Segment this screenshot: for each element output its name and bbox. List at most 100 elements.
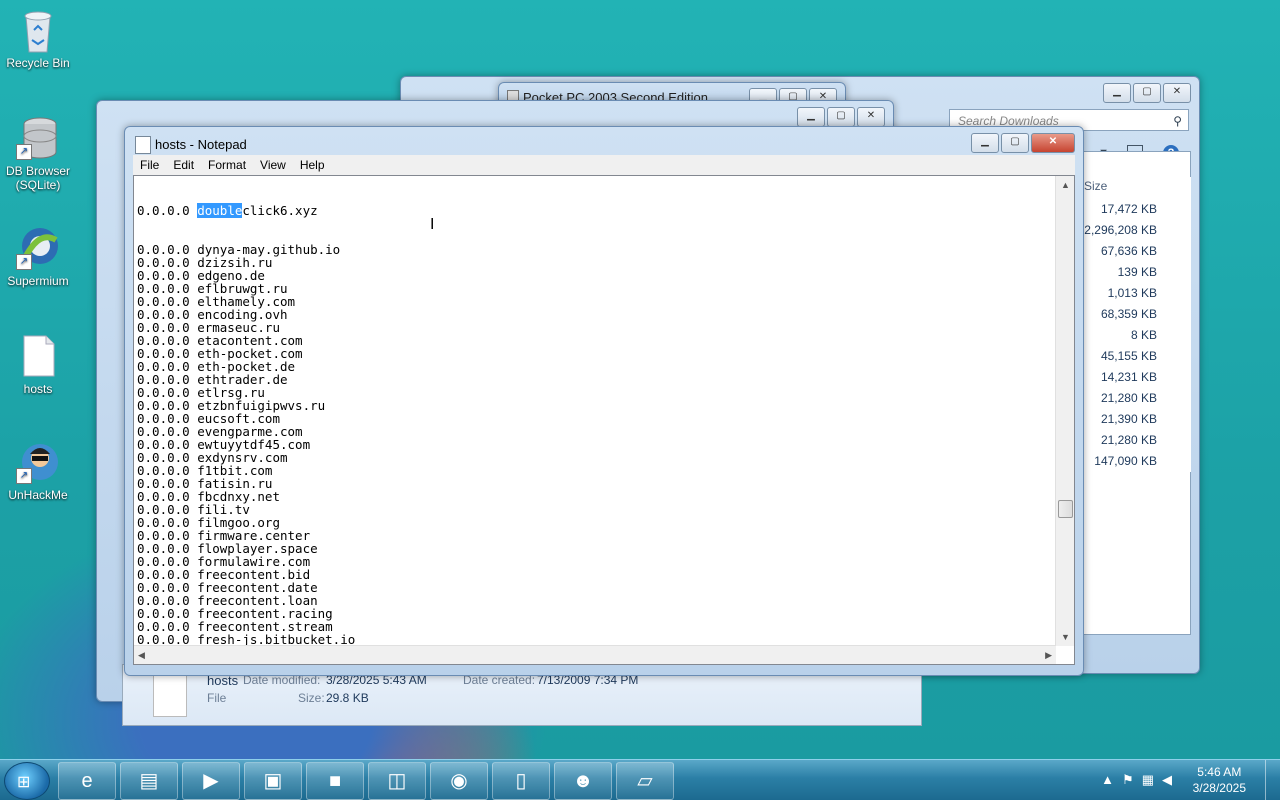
size-label: Size: — [298, 691, 325, 705]
text-line: 0.0.0.0 dynya-may.github.io — [137, 242, 341, 257]
internet-explorer-icon[interactable]: e — [58, 762, 116, 800]
scroll-right-arrow-icon[interactable]: ▶ — [1045, 650, 1052, 661]
desktop-icon-label: Supermium — [7, 274, 69, 288]
scroll-down-arrow-icon[interactable]: ▼ — [1061, 632, 1070, 642]
horizontal-scrollbar[interactable]: ◀ ▶ — [134, 645, 1056, 664]
size-cell: 2,296,208 KB — [1084, 223, 1157, 237]
system-tray: ▲⚑▦◀ — [1101, 772, 1180, 788]
windows-logo-icon: ⊞ — [17, 774, 31, 791]
desktop-icon-hosts[interactable]: hosts — [0, 334, 76, 396]
text-content[interactable]: 0.0.0.0 doubleclick6.xyz 0.0.0.0 dynya-m… — [137, 178, 1052, 646]
selected-text: double — [197, 203, 243, 218]
desktop-icon-unhackme[interactable]: ↗ UnHackMe — [0, 440, 76, 502]
menu-format[interactable]: Format — [201, 155, 253, 175]
file-explorer-icon[interactable]: ▤ — [120, 762, 178, 800]
maximize-button[interactable]: ▢ — [827, 107, 855, 127]
maximize-button[interactable]: ▢ — [1133, 83, 1161, 103]
size-values: 17,472 KB 2,296,208 KB 67,636 KB 139 KB 1,01… — [1079, 199, 1191, 472]
unhackme-icon: ↗ — [16, 440, 60, 484]
show-hidden-icons-icon[interactable]: ▲ — [1101, 772, 1122, 787]
shortcut-arrow-icon: ↗ — [16, 144, 32, 160]
text-cursor-icon: I — [430, 216, 435, 233]
text-editor[interactable]: 0.0.0.0 doubleclick6.xyz 0.0.0.0 dynya-m… — [133, 175, 1075, 665]
desktop-icon-label: UnHackMe — [8, 488, 68, 502]
text-line: 0.0.0.0 fbcdnxy.net — [137, 489, 280, 504]
size-cell: 21,390 KB — [1100, 412, 1157, 426]
clock-time: 5:46 AM — [1197, 765, 1242, 779]
size-cell: 21,280 KB — [1100, 433, 1157, 447]
shortcut-arrow-icon: ↗ — [16, 468, 32, 484]
browser-globe-icon: ↗ — [16, 226, 60, 270]
search-icon[interactable]: ⚲ — [1173, 110, 1182, 132]
size-cell: 1,013 KB — [1107, 286, 1157, 300]
minimize-button[interactable]: ▁ — [971, 133, 999, 153]
size-value: 29.8 KB — [326, 691, 369, 705]
size-cell: 45,155 KB — [1100, 349, 1157, 363]
recycle-bin-icon — [16, 8, 60, 53]
size-cell: 14,231 KB — [1100, 370, 1157, 384]
text-line: 0.0.0.0 doubleclick6.xyz — [137, 203, 1052, 218]
details-file-type: File — [207, 691, 227, 705]
pocket-pc-icon[interactable]: ▯ — [492, 762, 550, 800]
network-icon[interactable]: ▦ — [1142, 772, 1162, 787]
shortcut-arrow-icon: ↗ — [16, 254, 32, 270]
vertical-scrollbar[interactable]: ▲ ▼ — [1055, 176, 1074, 646]
size-cell: 17,472 KB — [1100, 202, 1157, 216]
text-line: 0.0.0.0 ethtrader.de — [137, 372, 288, 387]
remote-desktop-icon[interactable]: ▣ — [244, 762, 302, 800]
file-icon — [153, 675, 187, 717]
menu-view[interactable]: View — [253, 155, 293, 175]
scroll-left-arrow-icon[interactable]: ◀ — [138, 650, 145, 661]
text-line: 0.0.0.0 dzizsih.ru — [137, 255, 273, 270]
toolbox-icon[interactable]: ■ — [306, 762, 364, 800]
close-button[interactable]: ✕ — [1163, 83, 1191, 103]
secondary-caption-buttons: ▁ ▢ ✕ — [795, 107, 885, 127]
menu-edit[interactable]: Edit — [166, 155, 201, 175]
device-emulator-icon[interactable]: ◫ — [368, 762, 426, 800]
action-center-icon[interactable]: ⚑ — [1122, 772, 1142, 787]
text-lines: 0.0.0.0 dynya-may.github.io 0.0.0.0 dzizs… — [137, 243, 1052, 646]
show-desktop-button[interactable] — [1265, 760, 1280, 800]
desktop-icon-label: hosts — [23, 382, 53, 396]
desktop-icon-label: DB Browser (SQLite) — [5, 164, 70, 192]
minimize-button[interactable]: ▁ — [1103, 83, 1131, 103]
maximize-button[interactable]: ▢ — [1001, 133, 1029, 153]
file-icon — [16, 334, 60, 378]
desktop-icon-db-browser[interactable]: ↗ DB Browser (SQLite) — [0, 116, 76, 192]
desktop-icon-label: Recycle Bin — [6, 56, 70, 70]
menu-file[interactable]: File — [133, 155, 166, 175]
media-player-icon[interactable]: ▶ — [182, 762, 240, 800]
volume-icon[interactable]: ◀ — [1162, 772, 1180, 787]
notepad-window[interactable]: hosts - Notepad ▁ ▢ ✕ File Edit Format V… — [124, 126, 1084, 676]
text-line: 0.0.0.0 exdynsrv.com — [137, 450, 288, 465]
close-button[interactable]: ✕ — [857, 107, 885, 127]
taskbar: ⊞ e ▤ ▶ ▣ ■ ◫ ◉ ▯ ☻ ▱ ▲⚑▦◀ 5:46 AM 3/28/… — [0, 759, 1280, 800]
menu-bar: File Edit Format View Help — [133, 155, 1075, 175]
unhackme-icon[interactable]: ☻ — [554, 762, 612, 800]
minimize-button[interactable]: ▁ — [797, 107, 825, 127]
desktop-icon-supermium[interactable]: ↗ Supermium — [0, 226, 76, 288]
clock[interactable]: 5:46 AM 3/28/2025 — [1193, 764, 1246, 796]
database-icon: ↗ — [16, 116, 60, 160]
scroll-up-arrow-icon[interactable]: ▲ — [1061, 180, 1070, 190]
browser-globe-icon[interactable]: ◉ — [430, 762, 488, 800]
explorer-caption-buttons: ▁ ▢ ✕ — [1101, 83, 1191, 103]
size-column-header[interactable]: Size — [1079, 177, 1191, 199]
window-title: hosts - Notepad — [155, 137, 247, 152]
notepad-icon — [135, 136, 151, 154]
size-cell: 21,280 KB — [1100, 391, 1157, 405]
size-cell: 68,359 KB — [1100, 307, 1157, 321]
size-cell: 67,636 KB — [1100, 244, 1157, 258]
start-button[interactable]: ⊞ — [4, 762, 50, 800]
menu-help[interactable]: Help — [293, 155, 332, 175]
desktop-icon-recycle-bin[interactable]: Recycle Bin — [0, 8, 76, 70]
text-line: 0.0.0.0 f1tbit.com — [137, 463, 273, 478]
vertical-scroll-thumb[interactable] — [1058, 500, 1073, 518]
size-column: Size 17,472 KB 2,296,208 KB 67,636 KB 139 K… — [1079, 177, 1191, 472]
notepad-icon[interactable]: ▱ — [616, 762, 674, 800]
size-cell: 8 KB — [1130, 328, 1157, 342]
close-button[interactable]: ✕ — [1031, 133, 1075, 153]
size-cell: 139 KB — [1117, 265, 1157, 279]
size-cell: 147,090 KB — [1094, 454, 1157, 468]
line-prefix: 0.0.0.0 — [137, 203, 198, 218]
